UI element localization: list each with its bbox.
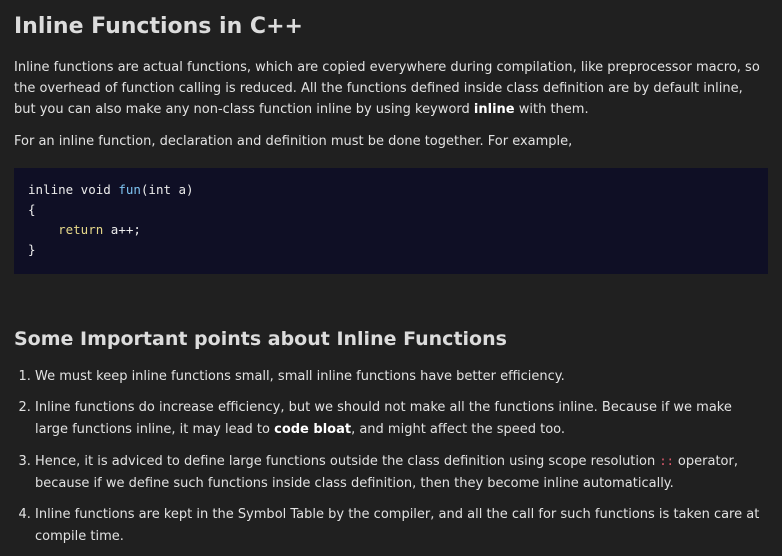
intro-text-1: Inline functions are actual functions, w… xyxy=(14,60,760,117)
list-item: Hence, it is adviced to define large fun… xyxy=(35,450,768,495)
page-title: Inline Functions in C++ xyxy=(14,14,303,39)
intro-text-2: with them. xyxy=(514,102,589,117)
inline-keyword: inline xyxy=(473,102,515,117)
code-text: inline void xyxy=(28,182,119,197)
code-line-3: return a++; xyxy=(28,220,754,240)
point-text: , and might affect the speed too. xyxy=(351,422,566,437)
code-line-2: { xyxy=(28,202,36,217)
code-bloat-bold: code bloat xyxy=(274,422,352,437)
code-line-4: } xyxy=(28,242,36,257)
scope-operator: :: xyxy=(659,454,674,468)
code-line-1: inline void fun(int a) xyxy=(28,180,754,200)
intro-paragraph: Inline functions are actual functions, w… xyxy=(14,57,768,120)
point-text: We must keep inline functions small, sma… xyxy=(35,369,565,384)
points-list: We must keep inline functions small, sma… xyxy=(14,366,768,548)
list-item: Inline functions are kept in the Symbol … xyxy=(35,504,768,548)
code-text: a++; xyxy=(103,222,141,237)
example-intro: For an inline function, declaration and … xyxy=(14,134,573,149)
point-text: Hence, it is adviced to define large fun… xyxy=(35,454,660,469)
code-return-keyword: return xyxy=(58,222,104,237)
list-item: We must keep inline functions small, sma… xyxy=(35,366,768,388)
article: Inline Functions in C++ Inline functions… xyxy=(0,0,782,556)
point-text: Inline functions are kept in the Symbol … xyxy=(35,507,760,544)
section-title: Some Important points about Inline Funct… xyxy=(14,328,507,350)
code-block: inline void fun(int a) { return a++; } xyxy=(14,168,768,274)
code-text: (int a) xyxy=(140,182,194,197)
code-function-name: fun xyxy=(118,182,141,197)
list-item: Inline functions do increase efficiency,… xyxy=(35,397,768,441)
